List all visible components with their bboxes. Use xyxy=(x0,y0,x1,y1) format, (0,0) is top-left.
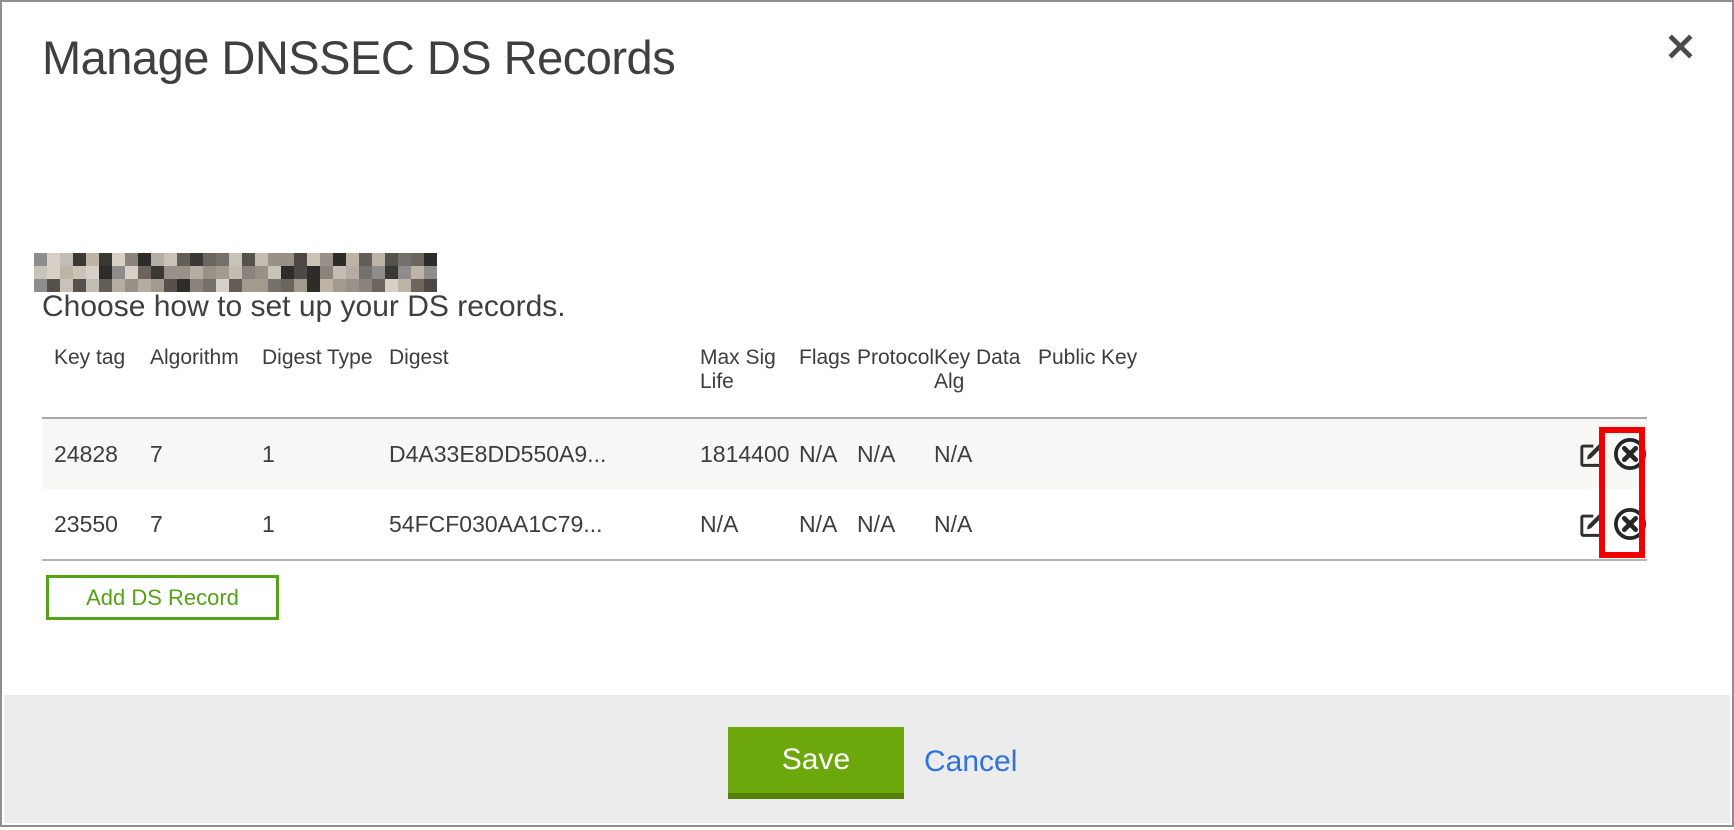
cell-algorithm: 7 xyxy=(150,441,262,468)
column-header-digest: Digest xyxy=(389,346,700,370)
manage-dnssec-modal: Manage DNSSEC DS Records Choose how to s… xyxy=(0,0,1734,827)
edit-icon xyxy=(1577,440,1606,469)
cell-max-sig-life: N/A xyxy=(700,511,799,538)
column-header-digest-type: Digest Type xyxy=(262,346,389,370)
cell-digest-type: 1 xyxy=(262,441,389,468)
cell-protocol: N/A xyxy=(857,441,934,468)
close-icon xyxy=(1665,31,1696,62)
cell-key-tag: 24828 xyxy=(54,441,150,468)
column-header-flags: Flags xyxy=(799,346,857,370)
save-button[interactable]: Save xyxy=(728,727,904,799)
screenshot-stage: Manage DNSSEC DS Records Choose how to s… xyxy=(0,0,1734,830)
delete-icon xyxy=(1612,506,1648,542)
add-ds-record-button[interactable]: Add DS Record xyxy=(46,575,279,620)
column-header-public-key: Public Key xyxy=(1038,346,1569,370)
ds-records-table: Key tagAlgorithmDigest TypeDigestMax Sig… xyxy=(42,335,1647,561)
table-body: 2482871D4A33E8DD550A9...1814400N/AN/AN/A… xyxy=(42,419,1647,561)
table-row: 235507154FCF030AA1C79...N/AN/AN/AN/A xyxy=(42,489,1647,559)
cell-protocol: N/A xyxy=(857,511,934,538)
redacted-domain-name xyxy=(34,253,437,292)
cell-key-data-alg: N/A xyxy=(934,441,1038,468)
cell-digest-type: 1 xyxy=(262,511,389,538)
cell-digest: 54FCF030AA1C79... xyxy=(389,511,700,538)
cell-flags: N/A xyxy=(799,441,857,468)
table-header-row: Key tagAlgorithmDigest TypeDigestMax Sig… xyxy=(42,335,1647,419)
modal-footer: Save Cancel xyxy=(4,695,1730,823)
column-header-max-sig-life: Max Sig Life xyxy=(700,346,799,394)
row-actions xyxy=(1569,504,1647,544)
delete-record-button[interactable] xyxy=(1610,434,1650,474)
cell-digest: D4A33E8DD550A9... xyxy=(389,441,700,468)
table-row: 2482871D4A33E8DD550A9...1814400N/AN/AN/A xyxy=(42,419,1647,489)
cell-key-tag: 23550 xyxy=(54,511,150,538)
cancel-link[interactable]: Cancel xyxy=(924,745,1017,779)
modal-title: Manage DNSSEC DS Records xyxy=(42,30,675,85)
close-button[interactable] xyxy=(1658,24,1702,68)
delete-icon xyxy=(1612,436,1648,472)
cell-algorithm: 7 xyxy=(150,511,262,538)
column-header-protocol: Protocol xyxy=(857,346,934,370)
column-header-algorithm: Algorithm xyxy=(150,346,262,370)
row-actions xyxy=(1569,434,1647,474)
cell-max-sig-life: 1814400 xyxy=(700,441,799,468)
intro-text: Choose how to set up your DS records. xyxy=(42,290,566,324)
cell-key-data-alg: N/A xyxy=(934,511,1038,538)
edit-record-button[interactable] xyxy=(1575,438,1608,471)
column-header-key-data-alg: Key Data Alg xyxy=(934,346,1038,394)
column-header-key-tag: Key tag xyxy=(54,346,150,370)
edit-icon xyxy=(1577,510,1606,539)
cell-flags: N/A xyxy=(799,511,857,538)
delete-record-button[interactable] xyxy=(1610,504,1650,544)
edit-record-button[interactable] xyxy=(1575,508,1608,541)
